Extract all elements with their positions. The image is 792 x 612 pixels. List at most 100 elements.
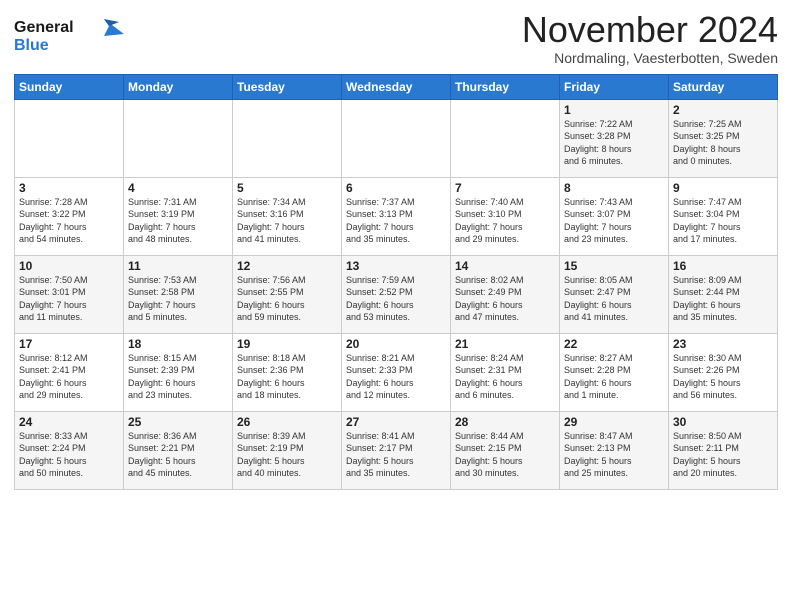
day-info: Sunrise: 8:39 AMSunset: 2:19 PMDaylight:… xyxy=(237,430,337,480)
day-info: Sunrise: 7:56 AMSunset: 2:55 PMDaylight:… xyxy=(237,274,337,324)
calendar-cell: 18Sunrise: 8:15 AMSunset: 2:39 PMDayligh… xyxy=(124,333,233,411)
day-info: Sunrise: 8:33 AMSunset: 2:24 PMDaylight:… xyxy=(19,430,119,480)
day-info: Sunrise: 7:47 AMSunset: 3:04 PMDaylight:… xyxy=(673,196,773,246)
logo-svg: General Blue xyxy=(14,14,124,56)
day-info: Sunrise: 7:28 AMSunset: 3:22 PMDaylight:… xyxy=(19,196,119,246)
svg-text:General: General xyxy=(14,19,74,36)
calendar-cell: 27Sunrise: 8:41 AMSunset: 2:17 PMDayligh… xyxy=(342,411,451,489)
calendar-cell: 26Sunrise: 8:39 AMSunset: 2:19 PMDayligh… xyxy=(233,411,342,489)
day-number: 3 xyxy=(19,181,119,195)
day-info: Sunrise: 7:53 AMSunset: 2:58 PMDaylight:… xyxy=(128,274,228,324)
calendar-cell xyxy=(342,99,451,177)
day-number: 20 xyxy=(346,337,446,351)
calendar-cell: 2Sunrise: 7:25 AMSunset: 3:25 PMDaylight… xyxy=(669,99,778,177)
weekday-header-row: SundayMondayTuesdayWednesdayThursdayFrid… xyxy=(15,74,778,99)
calendar-cell: 13Sunrise: 7:59 AMSunset: 2:52 PMDayligh… xyxy=(342,255,451,333)
day-info: Sunrise: 8:41 AMSunset: 2:17 PMDaylight:… xyxy=(346,430,446,480)
page: General Blue November 2024 Nordmaling, V… xyxy=(0,0,792,500)
day-info: Sunrise: 8:05 AMSunset: 2:47 PMDaylight:… xyxy=(564,274,664,324)
day-info: Sunrise: 8:21 AMSunset: 2:33 PMDaylight:… xyxy=(346,352,446,402)
calendar-cell: 15Sunrise: 8:05 AMSunset: 2:47 PMDayligh… xyxy=(560,255,669,333)
day-number: 19 xyxy=(237,337,337,351)
calendar-cell: 12Sunrise: 7:56 AMSunset: 2:55 PMDayligh… xyxy=(233,255,342,333)
logo: General Blue xyxy=(14,14,124,61)
day-info: Sunrise: 7:40 AMSunset: 3:10 PMDaylight:… xyxy=(455,196,555,246)
calendar-cell: 24Sunrise: 8:33 AMSunset: 2:24 PMDayligh… xyxy=(15,411,124,489)
week-row-1: 3Sunrise: 7:28 AMSunset: 3:22 PMDaylight… xyxy=(15,177,778,255)
day-number: 6 xyxy=(346,181,446,195)
week-row-3: 17Sunrise: 8:12 AMSunset: 2:41 PMDayligh… xyxy=(15,333,778,411)
day-number: 21 xyxy=(455,337,555,351)
day-number: 30 xyxy=(673,415,773,429)
day-info: Sunrise: 8:47 AMSunset: 2:13 PMDaylight:… xyxy=(564,430,664,480)
day-number: 25 xyxy=(128,415,228,429)
day-info: Sunrise: 8:36 AMSunset: 2:21 PMDaylight:… xyxy=(128,430,228,480)
day-number: 9 xyxy=(673,181,773,195)
location-subtitle: Nordmaling, Vaesterbotten, Sweden xyxy=(522,50,778,66)
day-number: 14 xyxy=(455,259,555,273)
day-info: Sunrise: 7:34 AMSunset: 3:16 PMDaylight:… xyxy=(237,196,337,246)
day-number: 2 xyxy=(673,103,773,117)
calendar-cell: 14Sunrise: 8:02 AMSunset: 2:49 PMDayligh… xyxy=(451,255,560,333)
day-number: 24 xyxy=(19,415,119,429)
month-title: November 2024 xyxy=(522,10,778,50)
calendar-cell: 3Sunrise: 7:28 AMSunset: 3:22 PMDaylight… xyxy=(15,177,124,255)
day-number: 15 xyxy=(564,259,664,273)
weekday-header-sunday: Sunday xyxy=(15,74,124,99)
calendar-cell xyxy=(451,99,560,177)
week-row-0: 1Sunrise: 7:22 AMSunset: 3:28 PMDaylight… xyxy=(15,99,778,177)
day-info: Sunrise: 7:25 AMSunset: 3:25 PMDaylight:… xyxy=(673,118,773,168)
day-number: 4 xyxy=(128,181,228,195)
calendar-cell: 30Sunrise: 8:50 AMSunset: 2:11 PMDayligh… xyxy=(669,411,778,489)
day-info: Sunrise: 8:15 AMSunset: 2:39 PMDaylight:… xyxy=(128,352,228,402)
day-number: 13 xyxy=(346,259,446,273)
calendar-cell: 6Sunrise: 7:37 AMSunset: 3:13 PMDaylight… xyxy=(342,177,451,255)
weekday-header-wednesday: Wednesday xyxy=(342,74,451,99)
calendar-cell: 19Sunrise: 8:18 AMSunset: 2:36 PMDayligh… xyxy=(233,333,342,411)
day-number: 27 xyxy=(346,415,446,429)
calendar-cell: 7Sunrise: 7:40 AMSunset: 3:10 PMDaylight… xyxy=(451,177,560,255)
day-info: Sunrise: 7:37 AMSunset: 3:13 PMDaylight:… xyxy=(346,196,446,246)
calendar-cell: 8Sunrise: 7:43 AMSunset: 3:07 PMDaylight… xyxy=(560,177,669,255)
day-number: 28 xyxy=(455,415,555,429)
calendar-cell: 28Sunrise: 8:44 AMSunset: 2:15 PMDayligh… xyxy=(451,411,560,489)
day-info: Sunrise: 8:44 AMSunset: 2:15 PMDaylight:… xyxy=(455,430,555,480)
day-info: Sunrise: 8:24 AMSunset: 2:31 PMDaylight:… xyxy=(455,352,555,402)
weekday-header-monday: Monday xyxy=(124,74,233,99)
day-number: 23 xyxy=(673,337,773,351)
day-info: Sunrise: 8:27 AMSunset: 2:28 PMDaylight:… xyxy=(564,352,664,402)
svg-text:Blue: Blue xyxy=(14,37,49,54)
calendar-cell: 17Sunrise: 8:12 AMSunset: 2:41 PMDayligh… xyxy=(15,333,124,411)
calendar-cell: 9Sunrise: 7:47 AMSunset: 3:04 PMDaylight… xyxy=(669,177,778,255)
day-number: 29 xyxy=(564,415,664,429)
day-info: Sunrise: 7:31 AMSunset: 3:19 PMDaylight:… xyxy=(128,196,228,246)
header: General Blue November 2024 Nordmaling, V… xyxy=(14,10,778,66)
day-info: Sunrise: 8:30 AMSunset: 2:26 PMDaylight:… xyxy=(673,352,773,402)
calendar-cell: 10Sunrise: 7:50 AMSunset: 3:01 PMDayligh… xyxy=(15,255,124,333)
weekday-header-thursday: Thursday xyxy=(451,74,560,99)
calendar-cell: 21Sunrise: 8:24 AMSunset: 2:31 PMDayligh… xyxy=(451,333,560,411)
day-info: Sunrise: 8:18 AMSunset: 2:36 PMDaylight:… xyxy=(237,352,337,402)
calendar-cell: 22Sunrise: 8:27 AMSunset: 2:28 PMDayligh… xyxy=(560,333,669,411)
day-number: 26 xyxy=(237,415,337,429)
day-number: 5 xyxy=(237,181,337,195)
calendar-cell: 23Sunrise: 8:30 AMSunset: 2:26 PMDayligh… xyxy=(669,333,778,411)
day-number: 12 xyxy=(237,259,337,273)
day-number: 8 xyxy=(564,181,664,195)
calendar-cell xyxy=(15,99,124,177)
calendar-cell: 25Sunrise: 8:36 AMSunset: 2:21 PMDayligh… xyxy=(124,411,233,489)
weekday-header-tuesday: Tuesday xyxy=(233,74,342,99)
day-number: 1 xyxy=(564,103,664,117)
calendar-cell xyxy=(124,99,233,177)
weekday-header-friday: Friday xyxy=(560,74,669,99)
calendar-cell xyxy=(233,99,342,177)
logo-text-block: General Blue xyxy=(14,14,124,61)
day-number: 22 xyxy=(564,337,664,351)
day-number: 10 xyxy=(19,259,119,273)
day-number: 7 xyxy=(455,181,555,195)
day-number: 18 xyxy=(128,337,228,351)
day-info: Sunrise: 7:50 AMSunset: 3:01 PMDaylight:… xyxy=(19,274,119,324)
day-info: Sunrise: 7:22 AMSunset: 3:28 PMDaylight:… xyxy=(564,118,664,168)
weekday-header-saturday: Saturday xyxy=(669,74,778,99)
week-row-4: 24Sunrise: 8:33 AMSunset: 2:24 PMDayligh… xyxy=(15,411,778,489)
